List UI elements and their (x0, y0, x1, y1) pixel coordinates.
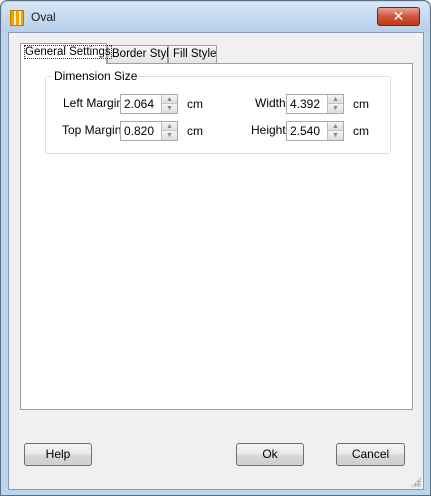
width-label: Width (255, 96, 286, 110)
height-unit: cm (353, 124, 369, 138)
group-title: Dimension Size (52, 69, 140, 83)
spin-up-icon[interactable]: ▲ (161, 95, 177, 104)
tab-label: General Settings (24, 45, 112, 59)
width-unit: cm (353, 97, 369, 111)
general-settings-panel: Dimension Size Left Margin ▲ ▼ cm Width … (20, 63, 413, 410)
spin-down-icon[interactable]: ▼ (327, 104, 343, 113)
top-margin-input[interactable] (121, 122, 161, 140)
left-margin-input[interactable] (121, 95, 161, 113)
top-margin-spinner: ▲ ▼ (120, 121, 178, 141)
left-margin-spinner: ▲ ▼ (120, 94, 178, 114)
height-spinner: ▲ ▼ (286, 121, 344, 141)
spin-up-icon[interactable]: ▲ (327, 95, 343, 104)
dialog-client-area: General Settings Border Style Fill Style… (8, 32, 424, 490)
help-button[interactable]: Help (24, 443, 92, 466)
tab-fill-style[interactable]: Fill Style (168, 45, 217, 63)
dialog-window: Oval ✕ General Settings Border Style Fil… (0, 0, 431, 496)
tab-label: Border Style (112, 48, 176, 60)
tab-border-style[interactable]: Border Style (107, 45, 175, 63)
width-input[interactable] (287, 95, 327, 113)
height-label: Height (251, 123, 286, 137)
width-spinner: ▲ ▼ (286, 94, 344, 114)
left-margin-label: Left Margin (63, 96, 124, 110)
dimension-size-group: Dimension Size Left Margin ▲ ▼ cm Width … (45, 69, 391, 154)
spin-up-icon[interactable]: ▲ (327, 122, 343, 131)
left-margin-unit: cm (187, 97, 203, 111)
ok-button[interactable]: Ok (236, 443, 304, 466)
spin-down-icon[interactable]: ▼ (327, 131, 343, 140)
spin-up-icon[interactable]: ▲ (161, 122, 177, 131)
height-input[interactable] (287, 122, 327, 140)
tab-label: Fill Style (173, 48, 217, 60)
resize-grip-icon[interactable] (411, 477, 421, 487)
cancel-button[interactable]: Cancel (336, 443, 405, 466)
oval-app-icon (10, 10, 24, 26)
title-bar[interactable]: Oval ✕ (2, 2, 429, 32)
close-button[interactable]: ✕ (377, 7, 420, 26)
top-margin-label: Top Margin (62, 123, 122, 137)
top-margin-unit: cm (187, 124, 203, 138)
window-title: Oval (31, 10, 56, 24)
close-icon: ✕ (392, 8, 405, 24)
spin-down-icon[interactable]: ▼ (161, 131, 177, 140)
tab-general-settings[interactable]: General Settings (20, 43, 112, 64)
spin-down-icon[interactable]: ▼ (161, 104, 177, 113)
